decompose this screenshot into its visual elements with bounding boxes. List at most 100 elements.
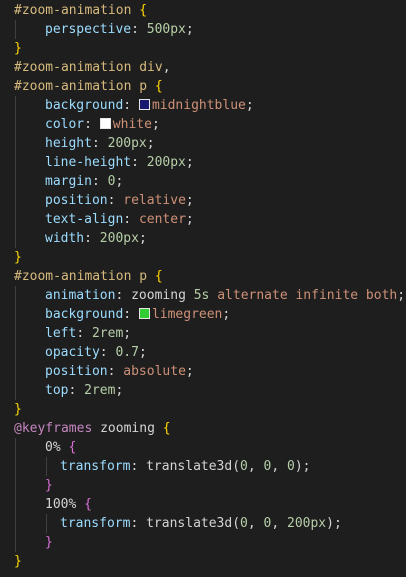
code-token: ;: [185, 155, 194, 170]
code-line[interactable]: }: [0, 476, 406, 495]
code-token: {: [162, 421, 171, 436]
code-line[interactable]: background: midnightblue;: [0, 96, 406, 115]
code-line[interactable]: }: [0, 39, 406, 58]
code-token: midnightblue: [151, 98, 246, 113]
code-token: :: [123, 98, 139, 113]
code-token: position: [45, 193, 108, 208]
code-token: text-align: [45, 212, 124, 227]
code-token: 200px: [146, 155, 186, 170]
color-swatch[interactable]: [138, 99, 150, 110]
code-token: }: [14, 41, 22, 56]
code-line[interactable]: transform: translate3d(0, 0, 200px);: [0, 514, 406, 533]
indent-guide: [15, 134, 16, 153]
code-editor[interactable]: #zoom-animation {perspective: 500px;} #zo…: [0, 0, 406, 577]
code-token: );: [294, 459, 311, 474]
color-swatch[interactable]: [99, 118, 111, 129]
code-token: left: [45, 326, 77, 341]
code-line[interactable]: animation: zooming 5s alternate infinite…: [0, 286, 406, 305]
code-token: {: [154, 269, 163, 284]
code-token: 0: [240, 516, 248, 531]
code-token: :: [91, 136, 108, 151]
indent-guide: [15, 20, 16, 39]
code-line[interactable]: height: 200px;: [0, 134, 406, 153]
indent-guide: [15, 229, 16, 248]
code-token: :: [107, 364, 124, 379]
code-token: ;: [151, 117, 160, 132]
indent-guide: [15, 514, 16, 533]
code-token: :: [130, 459, 147, 474]
code-line[interactable]: #zoom-animation div,: [0, 58, 406, 77]
code-token: }: [14, 554, 22, 569]
indent-guide: [15, 210, 16, 229]
code-line[interactable]: left: 2rem;: [0, 324, 406, 343]
code-line[interactable]: }: [0, 552, 406, 571]
code-token: 200px: [287, 516, 327, 531]
code-token: :: [68, 383, 85, 398]
indent-guide: [15, 438, 16, 457]
code-token: :: [130, 516, 147, 531]
code-token: {: [154, 79, 163, 94]
code-line[interactable]: 100% {: [0, 495, 406, 514]
indent-guide: [15, 96, 16, 115]
indent-guide: [15, 476, 16, 495]
code-token: ;: [397, 288, 406, 303]
code-line[interactable]: @keyframes zooming {: [0, 419, 406, 438]
code-line[interactable]: line-height: 200px;: [0, 153, 406, 172]
code-token: 0.7: [115, 345, 139, 360]
code-token: opacity: [45, 345, 100, 360]
code-token: ;: [123, 326, 132, 341]
code-token: }: [45, 478, 53, 493]
code-token: relative: [123, 193, 186, 208]
code-token: :: [107, 193, 124, 208]
indent-guide: [15, 115, 16, 134]
color-swatch[interactable]: [138, 308, 150, 319]
code-token: :: [84, 231, 100, 246]
code-token: }: [14, 250, 22, 265]
code-token: width: [45, 231, 85, 246]
code-token: {: [139, 3, 148, 18]
code-token: ;: [222, 307, 231, 322]
indent-guide: [15, 457, 16, 476]
code-token: translate3d(: [146, 459, 241, 474]
code-line[interactable]: opacity: 0.7;: [0, 343, 406, 362]
indent-guide: [15, 495, 16, 514]
code-line[interactable]: margin: 0;: [0, 172, 406, 191]
code-line[interactable]: perspective: 500px;: [0, 20, 406, 39]
code-line[interactable]: background: limegreen;: [0, 305, 406, 324]
indent-guide: [15, 381, 16, 400]
code-token: 2rem: [84, 383, 116, 398]
code-line[interactable]: #zoom-animation {: [0, 1, 406, 20]
code-token: zooming: [131, 288, 186, 303]
code-token: ;: [185, 364, 194, 379]
indent-guide: [15, 286, 16, 305]
code-line[interactable]: }: [0, 533, 406, 552]
code-line[interactable]: top: 2rem;: [0, 381, 406, 400]
code-line[interactable]: #zoom-animation p {: [0, 267, 406, 286]
code-line[interactable]: }: [0, 248, 406, 267]
code-token: ;: [185, 22, 194, 37]
code-token: 5s: [193, 288, 210, 303]
code-token: translate3d(: [146, 516, 241, 531]
code-line[interactable]: position: relative;: [0, 191, 406, 210]
code-line[interactable]: transform: translate3d(0, 0, 0);: [0, 457, 406, 476]
code-token: );: [326, 516, 342, 531]
indent-guide: [46, 514, 47, 533]
code-token: #zoom-animation: [14, 3, 132, 18]
code-line[interactable]: color: white;: [0, 115, 406, 134]
code-token: perspective: [45, 22, 132, 37]
code-line[interactable]: text-align: center;: [0, 210, 406, 229]
code-line[interactable]: width: 200px;: [0, 229, 406, 248]
code-token: ,: [247, 459, 264, 474]
code-token: 0: [287, 459, 295, 474]
code-line[interactable]: position: absolute;: [0, 362, 406, 381]
code-line[interactable]: 0% {: [0, 438, 406, 457]
code-line[interactable]: #zoom-animation p {: [0, 77, 406, 96]
code-token: margin: [45, 174, 92, 189]
code-line[interactable]: }: [0, 400, 406, 419]
code-token: 200px: [107, 136, 147, 151]
indent-guide: [15, 343, 16, 362]
